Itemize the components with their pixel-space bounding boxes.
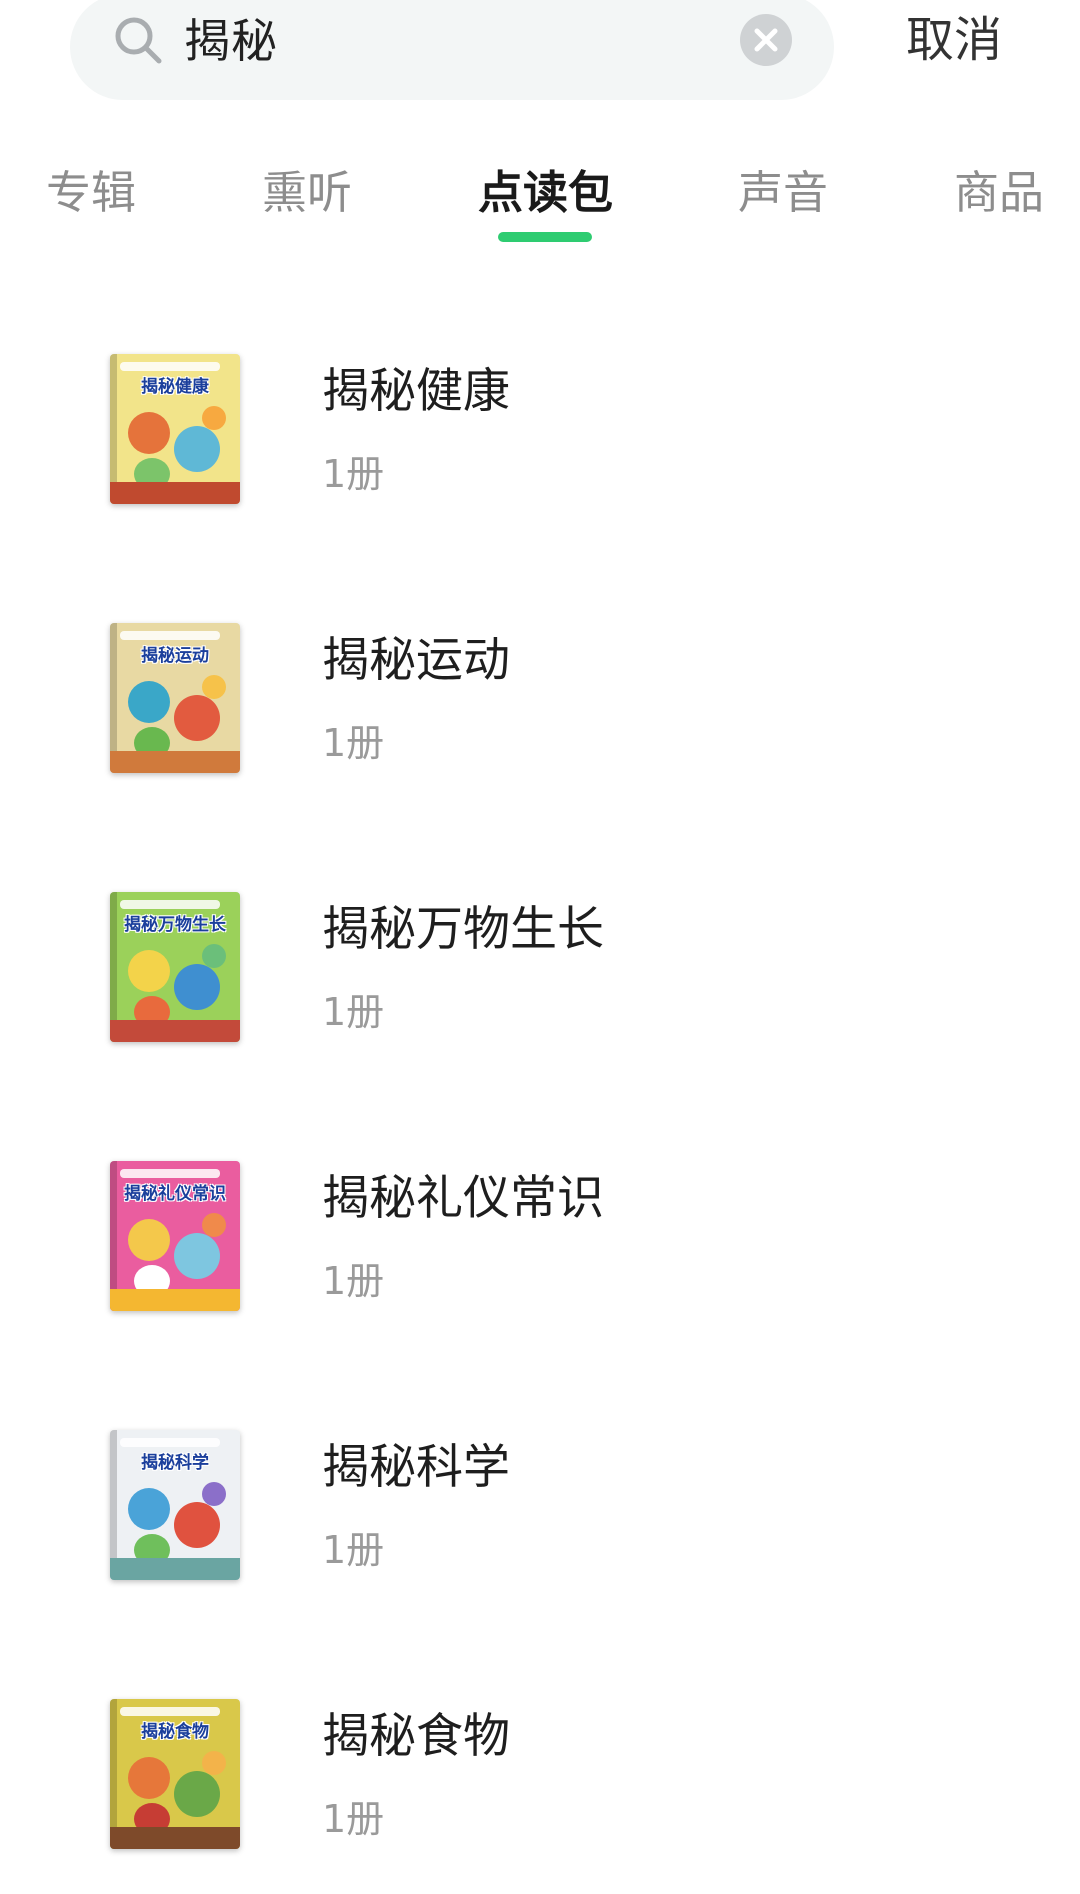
book-cover-image: 揭秘礼仪常识 — [110, 1161, 240, 1311]
tab-albums[interactable]: 专辑 — [46, 158, 136, 228]
item-count: 1册 — [322, 721, 385, 765]
book-cover-image: 揭秘运动 — [110, 623, 240, 773]
cancel-button[interactable]: 取消 — [906, 4, 1002, 76]
item-title: 揭秘运动 — [322, 633, 510, 688]
cover-title: 揭秘科学 — [141, 1453, 209, 1473]
list-item[interactable]: 揭秘万物生长 揭秘万物生长 1册 — [0, 868, 1080, 1068]
book-cover-image: 揭秘健康 — [110, 354, 240, 504]
active-tab-indicator — [498, 232, 592, 242]
list-item[interactable]: 揭秘运动 揭秘运动 1册 — [0, 599, 1080, 799]
tab-products[interactable]: 商品 — [954, 158, 1044, 228]
search-icon — [112, 14, 164, 66]
tab-listen[interactable]: 熏听 — [262, 158, 352, 228]
tab-sounds[interactable]: 声音 — [738, 158, 828, 228]
item-title: 揭秘健康 — [322, 364, 510, 419]
book-cover-image: 揭秘食物 — [110, 1699, 240, 1849]
cover-title: 揭秘食物 — [141, 1722, 209, 1742]
search-input[interactable]: 揭秘 — [184, 6, 278, 76]
cover-title: 揭秘万物生长 — [124, 915, 226, 935]
search-bar-row: 揭秘 取消 — [0, 0, 1080, 112]
tab-bar: 专辑 熏听 点读包 声音 商品 — [0, 150, 1080, 250]
item-count: 1册 — [322, 1797, 385, 1841]
cover-title: 揭秘运动 — [141, 646, 209, 666]
tab-read-packs[interactable]: 点读包 — [478, 158, 613, 228]
item-title: 揭秘科学 — [322, 1440, 510, 1495]
list-item[interactable]: 揭秘健康 揭秘健康 1册 — [0, 330, 1080, 530]
item-count: 1册 — [322, 452, 385, 496]
clear-icon[interactable] — [738, 12, 794, 68]
item-count: 1册 — [322, 1259, 385, 1303]
cover-title: 揭秘健康 — [141, 377, 209, 397]
item-count: 1册 — [322, 1528, 385, 1572]
book-cover-image: 揭秘万物生长 — [110, 892, 240, 1042]
cover-title: 揭秘礼仪常识 — [124, 1184, 226, 1204]
list-item[interactable]: 揭秘食物 揭秘食物 1册 — [0, 1675, 1080, 1875]
item-title: 揭秘礼仪常识 — [322, 1171, 604, 1226]
book-cover-image: 揭秘科学 — [110, 1430, 240, 1580]
item-title: 揭秘万物生长 — [322, 902, 604, 957]
list-item[interactable]: 揭秘科学 揭秘科学 1册 — [0, 1406, 1080, 1606]
list-item[interactable]: 揭秘礼仪常识 揭秘礼仪常识 1册 — [0, 1137, 1080, 1337]
item-count: 1册 — [322, 990, 385, 1034]
item-title: 揭秘食物 — [322, 1709, 510, 1764]
